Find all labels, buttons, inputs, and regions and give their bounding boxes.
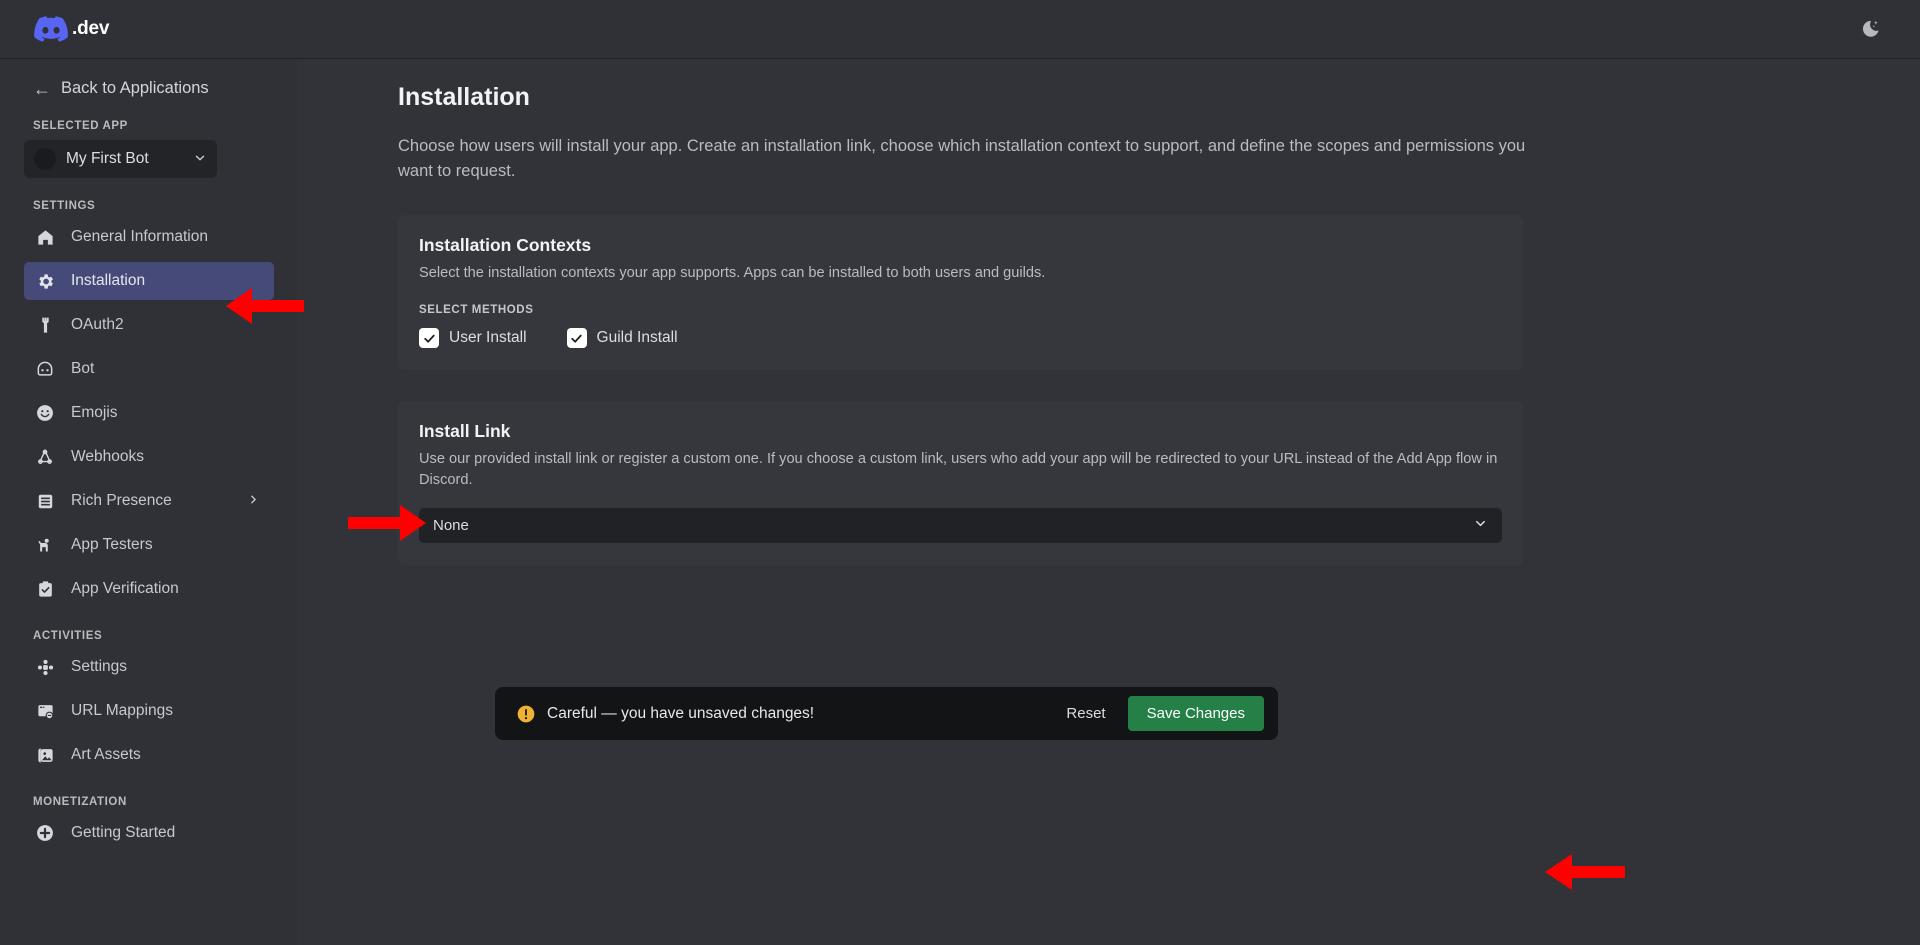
chevron-down-icon [193,151,207,168]
moon-icon[interactable] [1856,15,1884,43]
gear-icon [34,270,56,292]
discord-logo-icon [34,16,68,42]
checkbox-user-install[interactable]: User Install [419,328,527,348]
chevron-right-icon [247,493,260,509]
install-link-selected-value: None [433,517,469,534]
sidebar-item-app-testers[interactable]: App Testers [24,526,274,564]
avatar [34,148,56,170]
card-title: Install Link [419,421,511,441]
checkbox-checked-icon [419,328,439,348]
install-methods-row: User Install Guild Install [419,328,1502,348]
reset-button[interactable]: Reset [1052,697,1119,730]
sidebar-item-label: Installation [71,272,146,289]
card-description: Select the installation contexts your ap… [419,265,1046,281]
sidebar-item-label: Webhooks [71,448,144,465]
sidebar-item-installation[interactable]: Installation [24,262,274,300]
sidebar-item-label: App Testers [71,536,153,553]
selected-app-dropdown[interactable]: My First Bot [24,140,217,178]
sidebar-item-rich-presence[interactable]: Rich Presence [24,482,274,520]
sidebar-item-settings[interactable]: Settings [24,648,274,686]
plus-circle-icon [34,822,56,844]
sidebar-item-oauth2[interactable]: OAuth2 [24,306,274,344]
install-link-card: Install Link Use our provided install li… [398,401,1523,565]
robot-icon [34,358,56,380]
save-changes-button[interactable]: Save Changes [1127,696,1264,731]
sidebar-item-app-verification[interactable]: App Verification [24,570,274,608]
smiley-icon [34,402,56,424]
page-title: Installation [398,83,530,111]
webhook-icon [34,446,56,468]
card-title: Installation Contexts [419,235,592,255]
sidebar-item-label: App Verification [71,580,179,597]
sidebar-item-label: URL Mappings [71,702,173,719]
sidebar-item-label: General Information [71,228,208,245]
unsaved-changes-bar: Careful — you have unsaved changes! Rese… [495,687,1278,740]
sidebar-item-url-mappings[interactable]: URL Mappings [24,692,274,730]
sidebar: ← Back to Applications SELECTED APP My F… [0,59,297,945]
list-icon [34,490,56,512]
checkbox-guild-install[interactable]: Guild Install [566,328,678,348]
sidebar-item-label: Rich Presence [71,492,172,509]
activities-group-label: ACTIVITIES [33,630,103,642]
checkbox-label: User Install [449,329,527,346]
top-bar: .dev [0,0,1920,59]
install-link-select[interactable]: None [419,508,1502,543]
sidebar-item-label: Settings [71,658,128,675]
wrench-icon [34,314,56,336]
settings-group-label: SETTINGS [33,200,96,212]
home-icon [34,226,56,248]
select-methods-label: SELECT METHODS [419,304,534,316]
chevron-down-icon [1473,516,1488,536]
back-to-applications-label: Back to Applications [61,79,209,97]
person-raise-hand-icon [34,534,56,556]
sidebar-item-label: Getting Started [71,824,176,841]
back-to-applications-link[interactable]: ← Back to Applications [33,79,297,98]
selected-app-name: My First Bot [66,150,149,167]
sidebar-item-art-assets[interactable]: Art Assets [24,736,274,774]
warning-icon [516,704,536,724]
unsaved-changes-message: Careful — you have unsaved changes! [547,704,815,722]
sidebar-item-webhooks[interactable]: Webhooks [24,438,274,476]
sidebar-item-label: Art Assets [71,746,141,763]
page-description: Choose how users will install your app. … [398,137,1526,180]
main-content: Installation Choose how users will insta… [297,59,1920,945]
image-icon [34,744,56,766]
sidebar-item-label: Emojis [71,404,118,421]
sidebar-item-getting-started[interactable]: Getting Started [24,814,274,852]
installation-contexts-card: Installation Contexts Select the install… [398,215,1523,370]
sidebar-item-label: OAuth2 [71,316,124,333]
sidebar-item-bot[interactable]: Bot [24,350,274,388]
sidebar-item-general-information[interactable]: General Information [24,218,274,256]
checkbox-label: Guild Install [596,329,678,346]
brand[interactable]: .dev [34,16,109,42]
sidebar-item-emojis[interactable]: Emojis [24,394,274,432]
clipboard-check-icon [34,578,56,600]
brand-text: .dev [72,18,110,39]
checkbox-checked-icon [566,328,587,348]
monetization-group-label: MONETIZATION [33,796,127,808]
arrow-left-icon: ← [33,78,51,99]
sidebar-item-label: Bot [71,360,95,377]
browser-link-icon [34,700,56,722]
dpad-icon [34,656,56,678]
selected-app-label: SELECTED APP [33,120,128,132]
card-description: Use our provided install link or registe… [419,451,1498,488]
